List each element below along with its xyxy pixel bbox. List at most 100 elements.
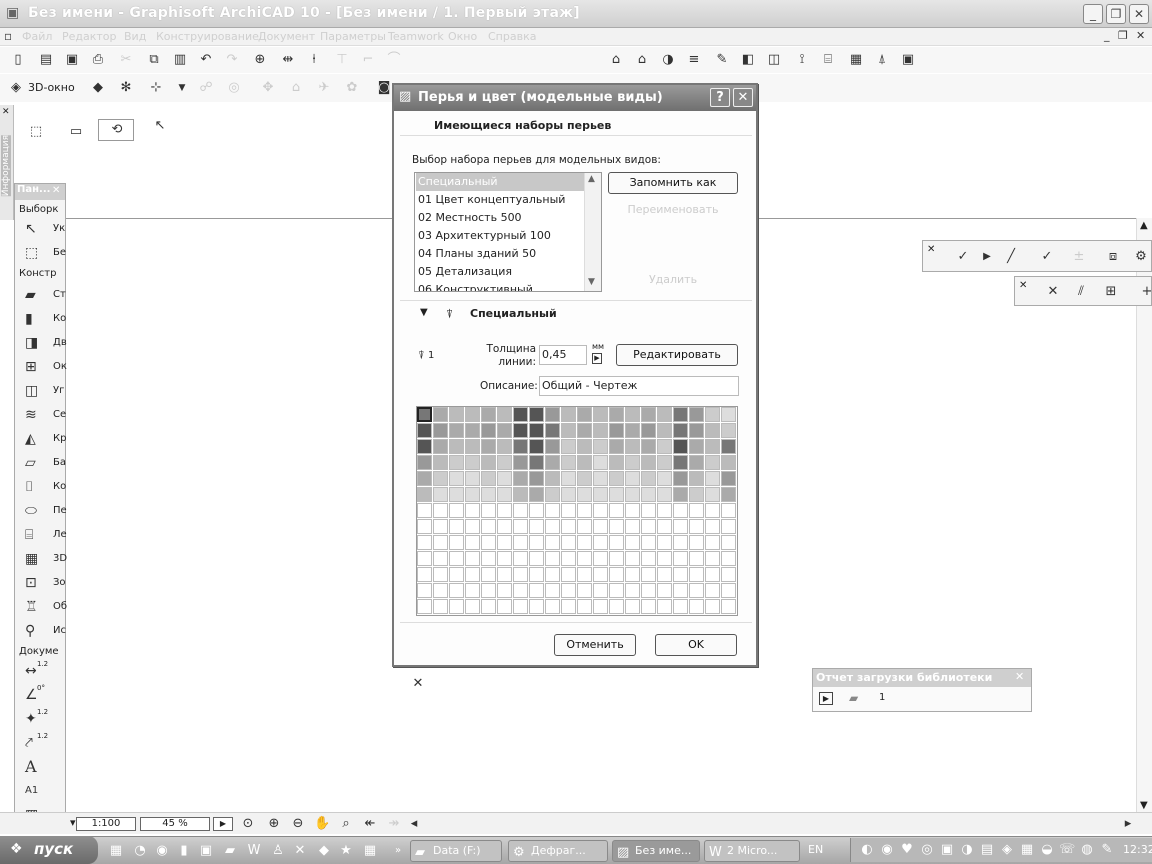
pen-swatch[interactable] [545, 407, 560, 422]
tool-column[interactable]: ▮ Ко [19, 308, 66, 330]
pen-swatch[interactable] [497, 599, 512, 614]
tool-level[interactable]: ✦ 1.2 [19, 708, 65, 730]
pen-swatch[interactable] [705, 503, 720, 518]
pen-color-grid[interactable] [416, 406, 738, 616]
pen-swatch[interactable] [497, 423, 512, 438]
pen-swatch[interactable] [449, 599, 464, 614]
pen-swatch[interactable] [529, 535, 544, 550]
pen-swatch[interactable] [593, 407, 608, 422]
tool-angle[interactable]: ∠ 0° [19, 684, 65, 706]
walk-icon[interactable]: ☍ [198, 80, 214, 96]
pen-swatch[interactable] [577, 423, 592, 438]
quick-launch-icon[interactable]: ▦ [108, 843, 124, 859]
tray-icon[interactable]: ♥ [899, 842, 915, 858]
scroll-up-icon[interactable]: ▲ [1140, 220, 1148, 231]
rename-button[interactable]: Переименовать [608, 200, 738, 222]
pen-swatch[interactable] [689, 455, 704, 470]
tool-roof[interactable]: ◭ Кр [19, 428, 66, 450]
pen-swatch[interactable] [497, 439, 512, 454]
pen-swatch[interactable] [481, 455, 496, 470]
maximize-button[interactable]: ❐ [1106, 4, 1126, 24]
pen-swatch[interactable] [657, 519, 672, 534]
pen-swatch[interactable] [705, 407, 720, 422]
pen-swatch[interactable] [657, 503, 672, 518]
pen-swatch[interactable] [625, 423, 640, 438]
pen-swatch[interactable] [593, 519, 608, 534]
pen-swatch[interactable] [593, 567, 608, 582]
pen-swatch[interactable] [561, 503, 576, 518]
tool-corner-window[interactable]: ◫ Уг [19, 380, 65, 402]
quick-launch-icon[interactable]: W [246, 843, 262, 859]
pen-swatch[interactable] [689, 535, 704, 550]
rotate-tool-button[interactable]: ⟲ [98, 119, 134, 141]
tray-icon[interactable]: ◈ [999, 842, 1015, 858]
pen-swatch[interactable] [449, 471, 464, 486]
pen-swatch[interactable] [545, 455, 560, 470]
3d-icon[interactable]: ◫ [766, 52, 782, 68]
pen-swatch[interactable] [497, 583, 512, 598]
pen-swatch[interactable] [625, 551, 640, 566]
pen-swatch[interactable] [609, 503, 624, 518]
pen-swatch[interactable] [721, 583, 736, 598]
pen-swatch[interactable] [673, 471, 688, 486]
copy-icon[interactable]: ⧉ [146, 52, 162, 68]
pen-swatch[interactable] [465, 503, 480, 518]
tray-icon[interactable]: ▤ [979, 842, 995, 858]
chevron-down-icon[interactable]: ▼ [588, 277, 595, 287]
pen-swatch[interactable] [545, 423, 560, 438]
pen-swatch[interactable] [417, 503, 432, 518]
pen-swatch[interactable] [465, 407, 480, 422]
pen-swatch[interactable] [561, 423, 576, 438]
house-outline-icon[interactable]: ⌂ [288, 80, 304, 96]
pen-swatch[interactable] [417, 599, 432, 614]
pen-swatch[interactable] [497, 503, 512, 518]
scale-field[interactable]: 1:100 [76, 817, 136, 831]
pen-swatch[interactable] [481, 567, 496, 582]
pen-swatch[interactable] [705, 583, 720, 598]
pen-swatch[interactable] [577, 535, 592, 550]
play-icon[interactable]: ▶ [979, 249, 995, 265]
pen-swatch[interactable] [417, 519, 432, 534]
zoom-menu-arrow-icon[interactable]: ▶ [213, 817, 233, 831]
pen-swatch[interactable] [465, 471, 480, 486]
pen-swatch[interactable] [609, 519, 624, 534]
pen-swatch[interactable] [529, 567, 544, 582]
pen-swatch[interactable] [593, 503, 608, 518]
pen-swatch[interactable] [545, 519, 560, 534]
pen-swatch[interactable] [721, 455, 736, 470]
pen-swatch[interactable] [625, 455, 640, 470]
pen-swatch[interactable] [529, 407, 544, 422]
pen-swatch[interactable] [625, 503, 640, 518]
tray-icon[interactable]: ◑ [959, 842, 975, 858]
menu-help[interactable]: Справка [488, 30, 536, 43]
edit-palette-close-icon[interactable]: ✕ [927, 244, 935, 255]
cancel-button[interactable]: Отменить [554, 634, 636, 656]
prev-zoom-icon[interactable]: ↞ [362, 816, 378, 832]
pen-swatch[interactable] [625, 439, 640, 454]
close-button[interactable]: ✕ [1129, 4, 1149, 24]
pen-swatch[interactable] [577, 599, 592, 614]
pen-swatch[interactable] [465, 599, 480, 614]
pen-swatch[interactable] [481, 551, 496, 566]
scale-chevron-icon[interactable]: ▾ [70, 816, 76, 829]
pen-swatch[interactable] [705, 455, 720, 470]
pen-swatch[interactable] [641, 407, 656, 422]
pen-swatch[interactable] [657, 455, 672, 470]
pen-swatch[interactable] [641, 471, 656, 486]
layers-icon[interactable]: ◧ [740, 52, 756, 68]
info-close-icon[interactable]: ✕ [2, 107, 10, 117]
pen-swatch[interactable] [497, 535, 512, 550]
pen-swatch[interactable] [577, 583, 592, 598]
pen-swatch[interactable] [625, 567, 640, 582]
pen-swatch[interactable] [561, 439, 576, 454]
list-item[interactable]: Специальный [416, 173, 584, 191]
pen-swatch[interactable] [529, 423, 544, 438]
pen-swatch[interactable] [417, 551, 432, 566]
pen-swatch[interactable] [481, 583, 496, 598]
mdi-minimize-icon[interactable]: _ [1104, 29, 1110, 42]
pen-swatch[interactable] [641, 599, 656, 614]
pen-swatch[interactable] [417, 407, 432, 422]
pen-swatch[interactable] [449, 551, 464, 566]
pen-swatch[interactable] [593, 583, 608, 598]
screen-icon[interactable]: ▣ [900, 52, 916, 68]
